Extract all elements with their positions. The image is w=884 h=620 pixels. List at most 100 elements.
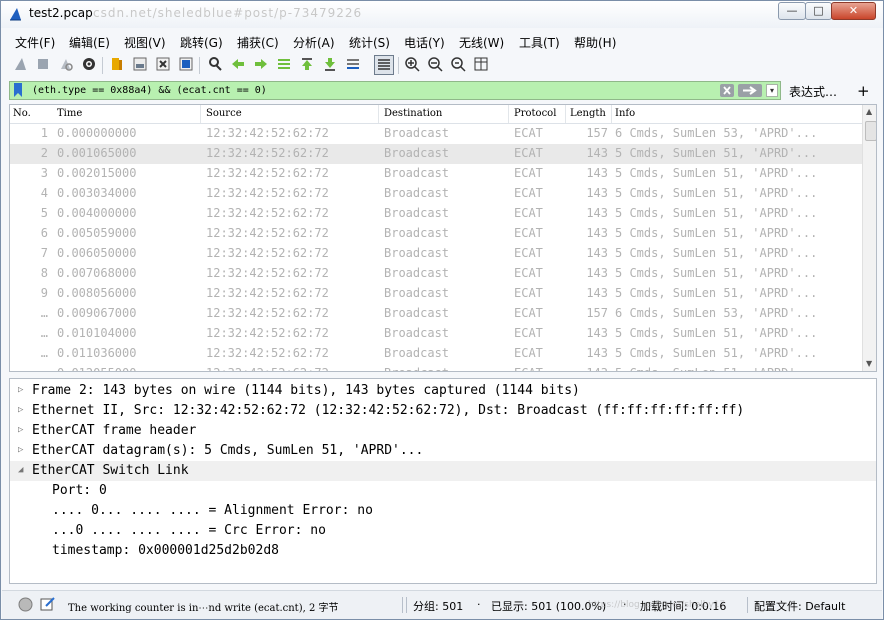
table-row[interactable]: 1 0.000000000 12:32:42:52:62:72 Broadcast EC… [10,124,862,144]
zoom-in-icon[interactable] [404,56,420,72]
resize-columns-icon[interactable] [473,56,489,72]
bookmark-icon[interactable] [13,83,23,97]
shark-start-icon[interactable] [13,56,29,72]
expanded-arrow-icon[interactable]: ◢ [18,465,23,475]
clear-filter-icon[interactable] [720,84,734,97]
menu-statistics[interactable]: 统计(S) [349,34,390,51]
tree-item[interactable]: .... 0... .... .... = Alignment Error: n… [10,501,876,521]
packet-info: 5 Cmds, SumLen 51, 'APRD'... [615,346,818,360]
table-row[interactable]: 7 0.006050000 12:32:42:52:62:72 Broadcast EC… [10,244,862,264]
status-profile[interactable]: 配置文件: Default [754,598,845,614]
colorize-icon[interactable] [374,55,394,75]
open-folder-icon[interactable] [109,56,125,72]
packet-time: 0.012055000 [57,366,136,371]
back-icon[interactable] [230,56,246,72]
close-file-icon[interactable] [155,56,171,72]
table-row[interactable]: … 0.011036000 12:32:42:52:62:72 Broadcast EC… [10,344,862,364]
collapsed-arrow-icon[interactable]: ▷ [18,445,23,455]
minimize-button[interactable]: — [778,2,806,20]
packet-list-header: No. Time Source Destination Protocol Len… [10,105,862,124]
comment-edit-icon[interactable] [40,596,56,612]
table-row[interactable]: 2 0.001065000 12:32:42:52:62:72 Broadcast EC… [10,144,862,164]
tree-item[interactable]: ◢ EtherCAT Switch Link [10,461,876,481]
table-row[interactable]: … 0.010104000 12:32:42:52:62:72 Broadcast EC… [10,324,862,344]
go-to-packet-icon[interactable] [276,56,292,72]
packet-time: 0.003034000 [57,186,137,200]
display-filter-input[interactable] [32,82,722,99]
packet-info: 5 Cmds, SumLen 51, 'APRD'... [615,246,818,260]
forward-icon[interactable] [253,56,269,72]
table-row[interactable]: 5 0.004000000 12:32:42:52:62:72 Broadcast EC… [10,204,862,224]
collapsed-arrow-icon[interactable]: ▷ [18,385,23,395]
tree-item[interactable]: ▷ EtherCAT frame header [10,421,876,441]
menu-view[interactable]: 视图(V) [124,34,166,51]
packet-protocol: ECAT [514,206,543,220]
add-filter-button[interactable]: + [857,82,870,100]
menu-wireless[interactable]: 无线(W) [459,34,504,51]
menu-go[interactable]: 跳转(G) [180,34,223,51]
menu-file[interactable]: 文件(F) [15,34,55,51]
tree-item[interactable]: ...0 .... .... .... = Crc Error: no [10,521,876,541]
table-row[interactable]: 9 0.008056000 12:32:42:52:62:72 Broadcast EC… [10,284,862,304]
packet-length: 143 [586,226,608,240]
scroll-down-arrow-icon[interactable]: ▼ [866,359,872,368]
menu-capture[interactable]: 捕获(C) [237,34,279,51]
stop-icon[interactable] [35,56,51,72]
tree-item[interactable]: ▷ Ethernet II, Src: 12:32:42:52:62:72 (12… [10,401,876,421]
autoscroll-icon[interactable] [345,56,361,72]
expert-info-icon[interactable] [18,597,33,612]
last-packet-icon[interactable] [322,56,338,72]
column-header-destination[interactable]: Destination [384,108,442,119]
tree-item[interactable]: ▷ EtherCAT datagram(s): 5 Cmds, SumLen 51… [10,441,876,461]
filter-history-dropdown[interactable]: ▾ [766,84,778,97]
first-packet-icon[interactable] [299,56,315,72]
reload-icon[interactable] [178,56,194,72]
table-row[interactable]: 4 0.003034000 12:32:42:52:62:72 Broadcast EC… [10,184,862,204]
packet-length: 157 [586,126,608,140]
zoom-out-icon[interactable] [427,56,443,72]
column-header-time[interactable]: Time [57,108,82,119]
apply-filter-arrow-icon[interactable] [738,84,762,97]
scrollbar-thumb[interactable] [865,121,876,141]
close-button[interactable]: ✕ [831,2,876,20]
column-header-info[interactable]: Info [615,108,635,119]
options-gear-icon[interactable] [81,56,97,72]
maximize-button[interactable]: □ [805,2,832,20]
table-row[interactable]: … 0.012055000 12:32:42:52:62:72 Broadcast EC… [10,364,862,371]
menu-telephony[interactable]: 电话(Y) [404,34,445,51]
table-row[interactable]: 3 0.002015000 12:32:42:52:62:72 Broadcast EC… [10,164,862,184]
menu-edit[interactable]: 编辑(E) [69,34,110,51]
tree-item[interactable]: timestamp: 0x000001d25d2b02d8 [10,541,876,561]
collapsed-arrow-icon[interactable]: ▷ [18,425,23,435]
tree-item[interactable]: ▷ Frame 2: 143 bytes on wire (1144 bits),… [10,381,876,401]
packet-source: 12:32:42:52:62:72 [206,226,329,240]
column-header-no[interactable]: No. [13,108,31,119]
menu-analyze[interactable]: 分析(A) [293,34,335,51]
tree-item[interactable]: Port: 0 [10,481,876,501]
table-row[interactable]: 8 0.007068000 12:32:42:52:62:72 Broadcast EC… [10,264,862,284]
expression-button[interactable]: 表达式… [789,83,837,100]
table-row[interactable]: 6 0.005059000 12:32:42:52:62:72 Broadcast EC… [10,224,862,244]
scroll-up-arrow-icon[interactable]: ▲ [866,107,872,116]
packet-time: 0.010104000 [57,326,137,340]
column-header-protocol[interactable]: Protocol [514,108,556,119]
tree-item-label: ...0 .... .... .... = Crc Error: no [52,523,326,538]
collapsed-arrow-icon[interactable]: ▷ [18,405,23,415]
menu-tools[interactable]: 工具(T) [519,34,560,51]
packet-source: 12:32:42:52:62:72 [206,266,329,280]
tree-item-label: .... 0... .... .... = Alignment Error: n… [52,503,373,518]
column-header-source[interactable]: Source [206,108,242,119]
menu-help[interactable]: 帮助(H) [574,34,616,51]
packet-destination: Broadcast [384,246,450,260]
restart-icon[interactable] [58,56,74,72]
normal-size-icon[interactable] [450,56,466,72]
column-header-length[interactable]: Length [570,108,606,119]
tree-item-label: Port: 0 [52,483,107,498]
packet-number: 9 [40,286,48,300]
packet-length: 143 [586,286,608,300]
packet-list-scrollbar[interactable]: ▲ ▼ [862,105,876,371]
table-row[interactable]: … 0.009067000 12:32:42:52:62:72 Broadcast EC… [10,304,862,324]
save-file-icon[interactable] [132,56,148,72]
packet-number: … [40,306,48,320]
find-icon[interactable] [207,56,223,72]
